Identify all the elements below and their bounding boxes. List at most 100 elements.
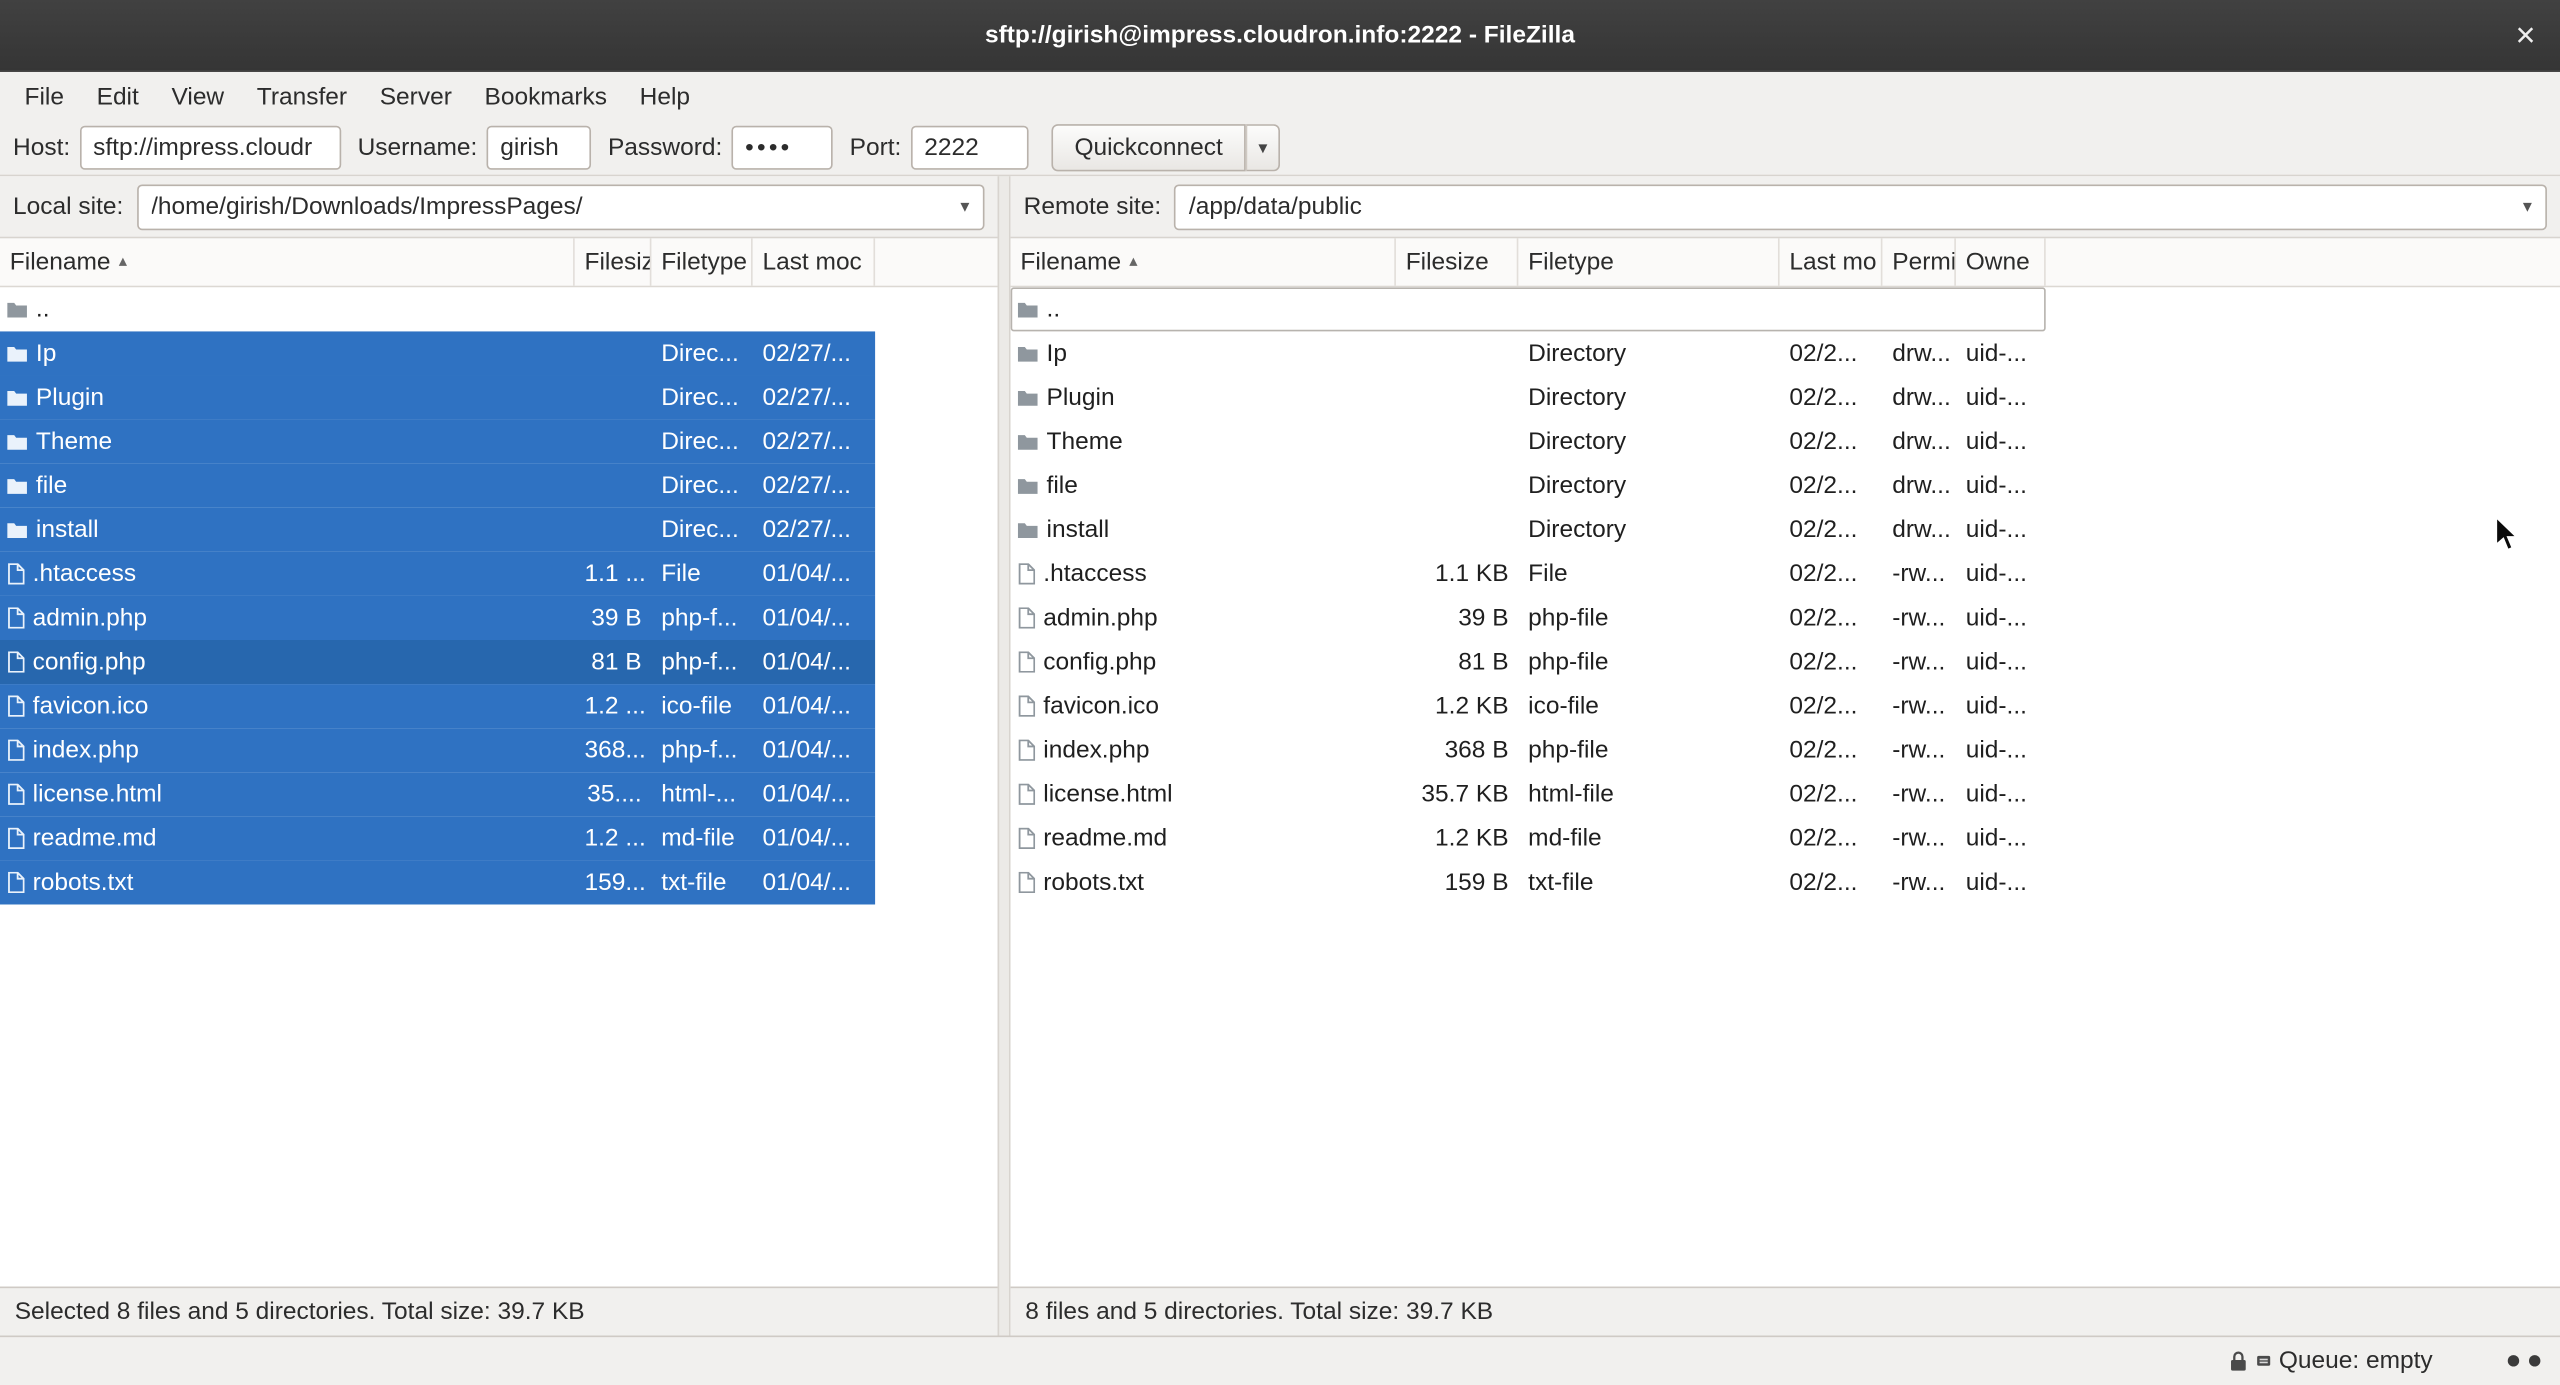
remote-column-header-filesize[interactable]: Filesize <box>1396 238 1519 286</box>
quickconnect-dropdown-button[interactable]: ▾ <box>1245 124 1280 172</box>
file-row--[interactable]: .. <box>0 287 875 331</box>
file-row-robots-txt[interactable]: robots.txt 159... txt-file 01/04/... <box>0 860 876 905</box>
remote-column-header-permi[interactable]: Permi <box>1882 238 1956 286</box>
cell-name: admin.php <box>1011 604 1396 632</box>
filename-text: Theme <box>1046 427 1123 456</box>
local-column-header-last-moc[interactable]: Last moc <box>753 238 876 286</box>
close-icon[interactable]: × <box>2515 18 2535 52</box>
menu-item-view[interactable]: View <box>155 78 240 116</box>
cell-owner: uid-... <box>1965 736 2027 765</box>
filename-text: file <box>35 471 68 500</box>
menu-item-file[interactable]: File <box>8 78 80 116</box>
filename-text: license.html <box>32 780 162 809</box>
remote-file-list[interactable]: .. Ip Directory 02/2... drw... uid-... Plugin D… <box>1010 287 2560 1287</box>
file-row-Theme[interactable]: Theme Direc... 02/27/... <box>0 419 876 464</box>
file-row-Ip[interactable]: Ip Directory 02/2... drw... uid-... <box>1011 331 2046 375</box>
filename-text: admin.php <box>32 604 148 632</box>
file-row-admin-php[interactable]: admin.php 39 B php-f... 01/04/... <box>0 595 876 640</box>
file-icon <box>7 695 25 717</box>
file-row--htaccess[interactable]: .htaccess 1.1 ... File 01/04/... <box>0 551 876 596</box>
menu-item-transfer[interactable]: Transfer <box>240 78 363 116</box>
cell-size: 1.1 ... <box>584 560 646 588</box>
filename-text: Theme <box>35 427 113 456</box>
menu-item-help[interactable]: Help <box>623 78 706 116</box>
file-row-Plugin[interactable]: Plugin Directory 02/2... drw... uid-... <box>1011 376 2046 420</box>
file-row-robots-txt[interactable]: robots.txt 159 B txt-file 02/2... -rw... uid-… <box>1011 860 2046 904</box>
file-row-config-php[interactable]: config.php 81 B php-f... 01/04/... <box>0 640 876 685</box>
file-row-index-php[interactable]: index.php 368... php-f... 01/04/... <box>0 728 876 773</box>
remote-column-header-owne[interactable]: Owne <box>1956 238 2046 286</box>
file-icon <box>7 871 25 894</box>
local-file-list[interactable]: .. Ip Direc... 02/27/... Plugin Direc... 02/27… <box>0 287 998 1287</box>
panes-container: Local site: /home/girish/Downloads/Impre… <box>0 176 2560 1336</box>
cell-name: readme.md <box>0 824 575 852</box>
cell-size: 1.2 KB <box>1435 692 1509 720</box>
cell-type: Directory <box>1528 339 1627 368</box>
cell-owner: uid-... <box>1965 648 2027 676</box>
cell-type: Directory <box>1528 427 1627 456</box>
remote-column-header-last-mo[interactable]: Last mo <box>1780 238 1883 286</box>
folder-icon <box>1017 477 1038 495</box>
remote-column-headers: Filename ▴ Filesize Filetype Last mo Permi Own… <box>1010 238 2560 288</box>
file-row-readme-md[interactable]: readme.md 1.2 KB md-file 02/2... -rw... uid-.… <box>1011 816 2046 860</box>
panel-splitter[interactable] <box>997 176 1011 1336</box>
file-row-favicon-ico[interactable]: favicon.ico 1.2 KB ico-file 02/2... -rw... ui… <box>1011 684 2046 728</box>
file-row-Theme[interactable]: Theme Directory 02/2... drw... uid-... <box>1011 420 2046 464</box>
local-column-header-filesiz[interactable]: Filesiz <box>575 238 652 286</box>
cell-name: .. <box>1011 296 1396 323</box>
folder-icon <box>1017 521 1038 539</box>
status-dot <box>2528 1355 2541 1367</box>
cell-modified: 01/04/... <box>762 604 851 632</box>
file-row-license-html[interactable]: license.html 35.... html-... 01/04/... <box>0 772 876 817</box>
file-row--[interactable]: .. <box>1010 287 2046 332</box>
quickconnect-button[interactable]: Quickconnect <box>1051 124 1246 172</box>
cell-perms: drw... <box>1892 383 1951 412</box>
column-header-label: Filesize <box>1405 248 1489 276</box>
remote-column-header-filetype[interactable]: Filetype <box>1518 238 1780 286</box>
menu-item-edit[interactable]: Edit <box>80 78 155 116</box>
filename-text: install <box>1046 515 1110 544</box>
menu-item-bookmarks[interactable]: Bookmarks <box>468 78 623 116</box>
file-row-config-php[interactable]: config.php 81 B php-file 02/2... -rw... uid-.… <box>1011 640 2046 684</box>
host-input[interactable] <box>80 125 342 170</box>
cell-owner: uid-... <box>1965 427 2027 456</box>
username-input[interactable] <box>487 125 592 170</box>
file-row-install[interactable]: install Directory 02/2... drw... uid-... <box>1011 508 2046 552</box>
remote-site-combobox[interactable]: /app/data/public ▾ <box>1174 183 2547 230</box>
local-column-header-filetype[interactable]: Filetype <box>651 238 753 286</box>
column-header-label: Last moc <box>762 248 862 276</box>
cell-modified: 01/04/... <box>762 560 851 588</box>
cell-name: favicon.ico <box>1011 692 1396 720</box>
menu-item-server[interactable]: Server <box>363 78 468 116</box>
cell-name: index.php <box>1011 736 1396 764</box>
file-row-install[interactable]: install Direc... 02/27/... <box>0 507 876 552</box>
file-row-favicon-ico[interactable]: favicon.ico 1.2 ... ico-file 01/04/... <box>0 684 876 729</box>
file-row-Ip[interactable]: Ip Direc... 02/27/... <box>0 331 876 376</box>
file-icon <box>7 607 25 629</box>
file-row-file[interactable]: file Direc... 02/27/... <box>0 463 876 508</box>
file-row-license-html[interactable]: license.html 35.7 KB html-file 02/2... -rw..… <box>1011 772 2046 816</box>
port-input[interactable] <box>911 125 1029 170</box>
cell-type: Direc... <box>661 471 739 500</box>
local-site-combobox[interactable]: /home/girish/Downloads/ImpressPages/ ▾ <box>136 183 985 230</box>
folder-icon <box>1017 389 1038 407</box>
filename-text: license.html <box>1043 780 1173 809</box>
filename-text: favicon.ico <box>32 692 149 720</box>
file-row-Plugin[interactable]: Plugin Direc... 02/27/... <box>0 375 876 420</box>
cell-modified: 02/2... <box>1789 339 1858 368</box>
cell-size: 1.2 ... <box>584 692 646 720</box>
cell-modified: 02/2... <box>1789 604 1858 632</box>
file-row-readme-md[interactable]: readme.md 1.2 ... md-file 01/04/... <box>0 816 876 861</box>
cell-modified: 02/2... <box>1789 780 1858 809</box>
file-row-index-php[interactable]: index.php 368 B php-file 02/2... -rw... uid-.… <box>1011 728 2046 772</box>
local-column-header-filename[interactable]: Filename ▴ <box>0 238 575 286</box>
remote-column-header-filename[interactable]: Filename ▴ <box>1011 238 1396 286</box>
file-icon <box>1017 695 1036 717</box>
local-column-headers: Filename ▴ Filesiz Filetype Last moc <box>0 238 998 288</box>
cell-name: Theme <box>0 428 575 456</box>
sort-ascending-icon: ▴ <box>118 253 127 272</box>
password-input[interactable] <box>732 125 834 170</box>
file-row-admin-php[interactable]: admin.php 39 B php-file 02/2... -rw... uid-..… <box>1011 596 2046 640</box>
file-row--htaccess[interactable]: .htaccess 1.1 KB File 02/2... -rw... uid-... <box>1011 552 2046 596</box>
file-row-file[interactable]: file Directory 02/2... drw... uid-... <box>1011 464 2046 508</box>
